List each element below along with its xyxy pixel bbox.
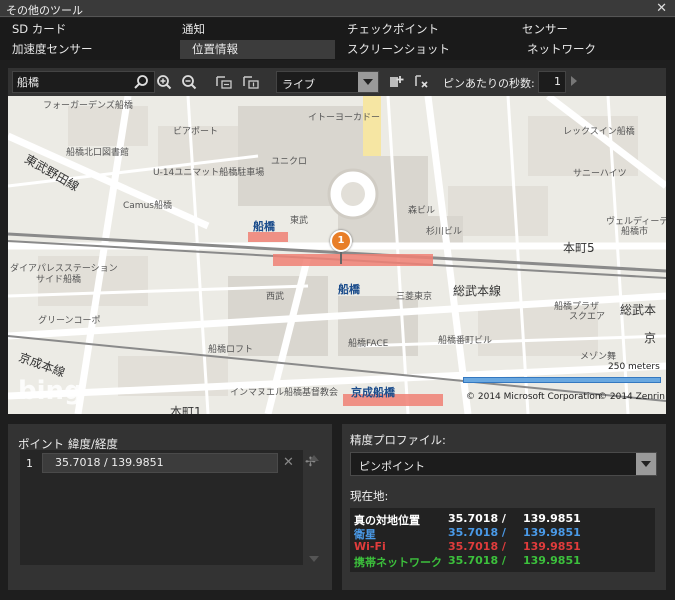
tab-bar: SD カード 通知 チェックポイント センサー 加速度センサー 位置情報 スクリ… [0,18,675,60]
map-label: 総武本線 [453,284,502,298]
point-coord-field[interactable]: 35.7018 / 139.9851 [42,453,278,473]
map-label: 西武 [266,292,285,302]
map-label: 三菱東京 [396,292,433,302]
chevron-down-icon[interactable] [358,72,378,92]
map-label: スクエア [569,312,606,322]
seconds-per-pin-label: ピンあたりの秒数: [443,77,535,90]
tab-network[interactable]: ネットワーク [515,40,670,59]
map-label: グリーンコーポ [38,316,101,326]
route-start-icon[interactable] [213,71,235,93]
tab-sensors[interactable]: センサー [510,20,670,39]
play-icon[interactable] [571,76,577,86]
map-label: 船橋北口図書館 [66,148,130,158]
map-label: イトーヨーカドー [308,113,381,123]
delete-icon[interactable]: ✕ [283,455,294,470]
scroll-down-icon[interactable] [309,556,319,562]
mode-select[interactable]: ライブ [276,71,379,93]
map-view[interactable]: フォーガーデンズ船橋 イトーヨーカドー レックスイン船橋 ビアポート 船橋北口図… [8,96,666,414]
map-label: 船橋市 [621,227,649,237]
map-label: サニーハイツ [573,169,627,179]
map-label: 船橋 [338,283,360,296]
scale-bar [463,377,661,383]
map-label: 総武本 [620,303,657,317]
add-pin-icon[interactable] [385,71,407,93]
tab-screenshot[interactable]: スクリーンショット [335,40,510,59]
scroll-up-icon[interactable] [309,455,319,461]
map-label: Camus船橋 [123,201,172,211]
map-label: レックスイン船橋 [563,127,635,137]
zoom-out-icon[interactable] [178,71,200,93]
map-label: メゾン舞 [580,352,617,362]
map-label: 森ビル [408,206,436,216]
table-row[interactable]: 1 35.7018 / 139.9851 ✕ ✢ [20,452,316,474]
map-label: 船橋 [253,220,275,233]
accuracy-profile-value: ピンポイント [359,460,425,473]
map-label: サイド船橋 [36,275,82,285]
profile-title: 精度プロファイル: [350,433,446,447]
current-location-list: 真の対地位置 35.7018 / 139.9851 衛星 35.7018 / 1… [350,508,655,572]
tab-checkpoints[interactable]: チェックポイント [335,20,510,39]
points-list[interactable]: 1 35.7018 / 139.9851 ✕ ✢ [20,450,316,565]
pin-tail [340,250,342,264]
map-label: 京成船橋 [351,386,395,399]
map-label: 杉川ビル [426,227,463,237]
copyright-microsoft: © 2014 Microsoft Corporation [466,392,601,402]
map-label: 船橋番町ビル [438,336,493,346]
scale-label: 250 meters [608,362,660,372]
map-label: 本町1 [170,405,202,414]
mode-select-value: ライブ [282,78,315,91]
map-label: ユニクロ [271,157,308,167]
map-label: フォーガーデンズ船橋 [43,101,133,111]
location-pin[interactable]: 1 [330,230,352,252]
map-label: 本町5 [563,241,595,255]
bing-logo: bing [18,376,83,406]
seconds-per-pin-input[interactable]: 1 [538,71,566,93]
zoom-in-icon[interactable] [153,71,175,93]
map-label: インマヌエル船橋基督教会 [230,388,339,398]
window-titlebar: その他のツール ✕ [0,0,675,17]
remove-pin-icon[interactable] [410,71,432,93]
tab-accelerometer[interactable]: 加速度センサー [0,40,170,59]
copyright-zenrin: © 2014 Zenrin [598,392,665,402]
point-index: 1 [26,457,33,470]
route-end-icon[interactable] [240,71,262,93]
map-label: 東武 [290,216,309,226]
tab-location[interactable]: 位置情報 [180,40,335,59]
chevron-down-icon[interactable] [636,453,656,475]
map-label: U-14ユニマット船橋駐車場 [153,168,265,178]
accuracy-profile-select[interactable]: ピンポイント [350,452,657,476]
search-icon[interactable] [130,71,152,93]
map-label: ビアポート [173,127,219,137]
map-label: 京 [644,331,657,345]
current-location-title: 現在地: [350,489,389,503]
map-label: 船橋ロフト [208,345,254,355]
tab-notifications[interactable]: 通知 [170,20,335,39]
close-icon[interactable]: ✕ [656,1,667,16]
map-toolbar: ライブ ピンあたりの秒数: 1 [8,68,666,96]
map-label: 船橋FACE [348,339,389,349]
window-title: その他のツール [6,4,83,17]
tab-sd-card[interactable]: SD カード [0,20,170,39]
